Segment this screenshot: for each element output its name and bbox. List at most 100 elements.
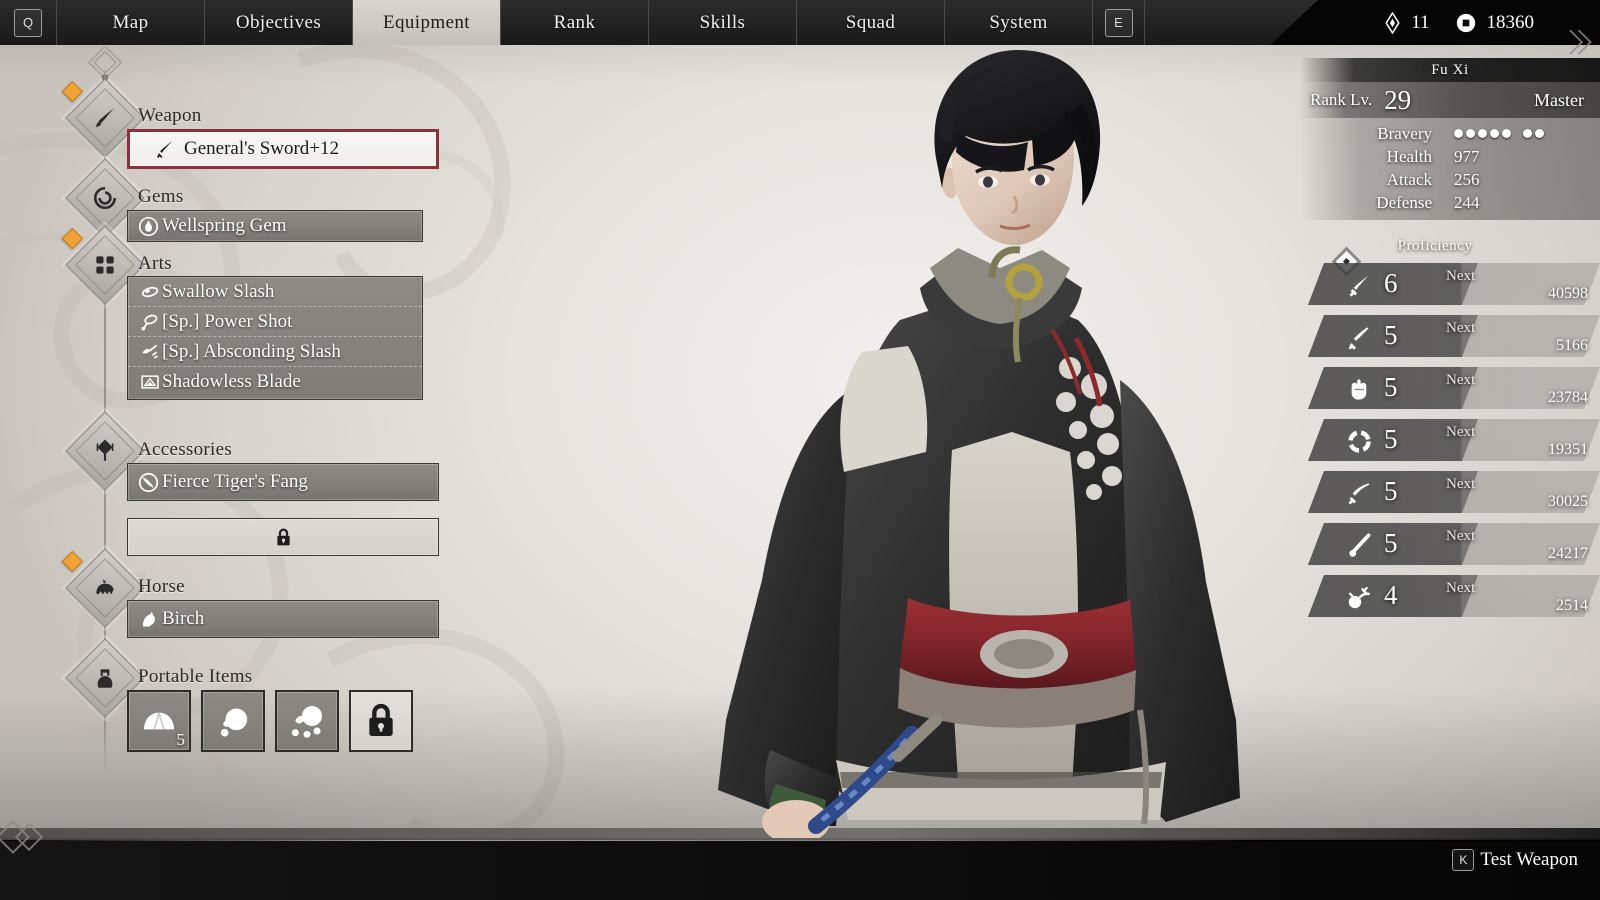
gem-swirl-icon: [77, 170, 133, 226]
saber-prof-icon: [1344, 479, 1374, 507]
swallow-icon: [138, 280, 162, 304]
arts-slot-3[interactable]: [Sp.] Absconding Slash: [128, 337, 422, 367]
coin-currency: 18360: [1456, 11, 1535, 34]
test-weapon-hint[interactable]: K Test Weapon: [1452, 849, 1578, 871]
coin-icon: [1456, 13, 1475, 32]
section-label-accessories: Accessories: [138, 439, 233, 460]
arts-slot-1[interactable]: Swallow Slash: [128, 277, 422, 307]
portable-item-slot-1[interactable]: 5: [127, 690, 191, 752]
arts-slot-3-name: [Sp.] Absconding Slash: [162, 340, 341, 362]
horse-slot-1[interactable]: Birch: [127, 600, 439, 638]
weapon-slot-name: General's Sword+12: [184, 138, 340, 159]
rank-label: Rank Lv.: [1310, 90, 1373, 109]
lock-icon: [271, 525, 295, 549]
tab-skills[interactable]: Skills: [649, 0, 797, 45]
coin-count: 18360: [1486, 11, 1535, 33]
bomb-prof-icon: [1344, 583, 1374, 611]
menu-key-slot: Q: [0, 0, 57, 45]
proficiency-level: 5: [1384, 320, 1398, 350]
bravery-dot-extra: [1535, 129, 1544, 138]
game-screen: Q Map Objectives Equipment Rank Skills S…: [0, 0, 1600, 900]
pendant-icon: [77, 423, 133, 479]
gem-currency: 11: [1385, 11, 1430, 34]
four-dots-icon: [77, 237, 133, 293]
corner-ornament-icon: [1569, 30, 1592, 55]
character-portrait: [600, 20, 1360, 838]
staff-prof-icon: [1344, 531, 1374, 559]
section-node-portable-items[interactable]: [65, 638, 145, 718]
proficiency-level: 4: [1384, 580, 1398, 610]
section-node-accessories[interactable]: [65, 411, 145, 491]
tab-equipment[interactable]: Equipment: [353, 0, 501, 45]
tab-squad[interactable]: Squad: [797, 0, 945, 45]
section-node-arts[interactable]: [61, 225, 145, 305]
section-label-horse: Horse: [138, 576, 185, 597]
power-shot-icon: [138, 310, 162, 334]
bun-icon: [144, 712, 174, 730]
arts-slot-1-name: Swallow Slash: [162, 280, 275, 302]
proficiency-next-value: 19351: [1548, 441, 1588, 458]
fang-icon: [136, 470, 160, 494]
proficiency-row-4[interactable]: 5 Next 19351: [1300, 419, 1600, 463]
proficiency-next-label: Next: [1446, 528, 1476, 544]
menu-key-icon[interactable]: Q: [14, 8, 42, 37]
portable-item-slot-2[interactable]: [201, 690, 265, 752]
character-name: Fu Xi: [1300, 58, 1600, 82]
droplet-gem-icon: [136, 214, 160, 238]
sword-icon: [152, 137, 176, 161]
dagger-prof-icon: [1344, 323, 1374, 351]
stat-label-defense: Defense: [1376, 192, 1432, 212]
rank-value: 29: [1384, 84, 1412, 115]
pouch-icon: [77, 650, 133, 706]
rank-title: Master: [1534, 89, 1584, 110]
gem-slot-1[interactable]: Wellspring Gem: [127, 210, 423, 242]
sword-icon: [77, 90, 133, 146]
ring-prof-icon: [1344, 427, 1374, 455]
portable-item-1-qty: 5: [176, 730, 186, 749]
arts-slot-2[interactable]: [Sp.] Power Shot: [128, 307, 422, 337]
bravery-dot-extra: [1523, 129, 1532, 138]
proficiency-level: 5: [1384, 424, 1398, 454]
proficiency-row-5[interactable]: 5 Next 30025: [1300, 471, 1600, 515]
weapon-slot[interactable]: General's Sword+12: [127, 129, 439, 169]
section-label-weapon: Weapon: [138, 105, 202, 126]
pouch-small-icon: [220, 708, 248, 737]
rank-row: Rank Lv. 29 Master: [1300, 82, 1600, 118]
portable-item-slot-4-locked[interactable]: [349, 690, 413, 752]
stat-value-defense: 244: [1454, 192, 1480, 212]
section-label-portable-items: Portable Items: [138, 666, 253, 687]
proficiency-next-label: Next: [1446, 424, 1476, 440]
stat-row-bravery: Bravery: [1300, 122, 1600, 145]
proficiency-level: 5: [1384, 528, 1398, 558]
section-node-horse[interactable]: [61, 548, 145, 628]
portable-item-slot-3[interactable]: [275, 690, 339, 752]
bravery-dot: [1466, 129, 1475, 138]
tab-map[interactable]: Map: [57, 0, 205, 45]
proficiency-next-value: 40598: [1548, 285, 1588, 302]
proficiency-row-1[interactable]: 6 Next 40598: [1300, 263, 1600, 307]
test-weapon-key-icon: K: [1452, 849, 1475, 871]
stat-row-health: Health 977: [1300, 145, 1600, 168]
section-node-gems[interactable]: [65, 158, 145, 238]
section-node-weapon[interactable]: [61, 78, 145, 158]
proficiency-row-2[interactable]: 5 Next 5166: [1300, 315, 1600, 359]
accessory-slot-2-locked[interactable]: [127, 518, 439, 556]
tab-system[interactable]: System: [945, 0, 1093, 45]
bravery-dot: [1454, 129, 1463, 138]
stat-label-health: Health: [1386, 146, 1432, 166]
arts-slot-4[interactable]: Shadowless Blade: [128, 367, 422, 397]
accessory-slot-1[interactable]: Fierce Tiger's Fang: [127, 463, 439, 501]
portable-items-group: 5: [127, 690, 413, 752]
proficiency-row-7[interactable]: 4 Next 2514: [1300, 575, 1600, 619]
lock-icon: [369, 703, 393, 736]
bravery-dot: [1478, 129, 1487, 138]
proficiency-row-3[interactable]: 5 Next 23784: [1300, 367, 1600, 411]
tab-rank[interactable]: Rank: [501, 0, 649, 45]
bravery-dot: [1490, 129, 1499, 138]
stat-value-health: 977: [1454, 146, 1480, 166]
proficiency-row-6[interactable]: 5 Next 24217: [1300, 523, 1600, 567]
gem-icon: [1385, 11, 1400, 34]
gem-slot-1-name: Wellspring Gem: [162, 215, 287, 236]
tab-objectives[interactable]: Objectives: [205, 0, 353, 45]
close-key-icon[interactable]: E: [1104, 8, 1133, 37]
